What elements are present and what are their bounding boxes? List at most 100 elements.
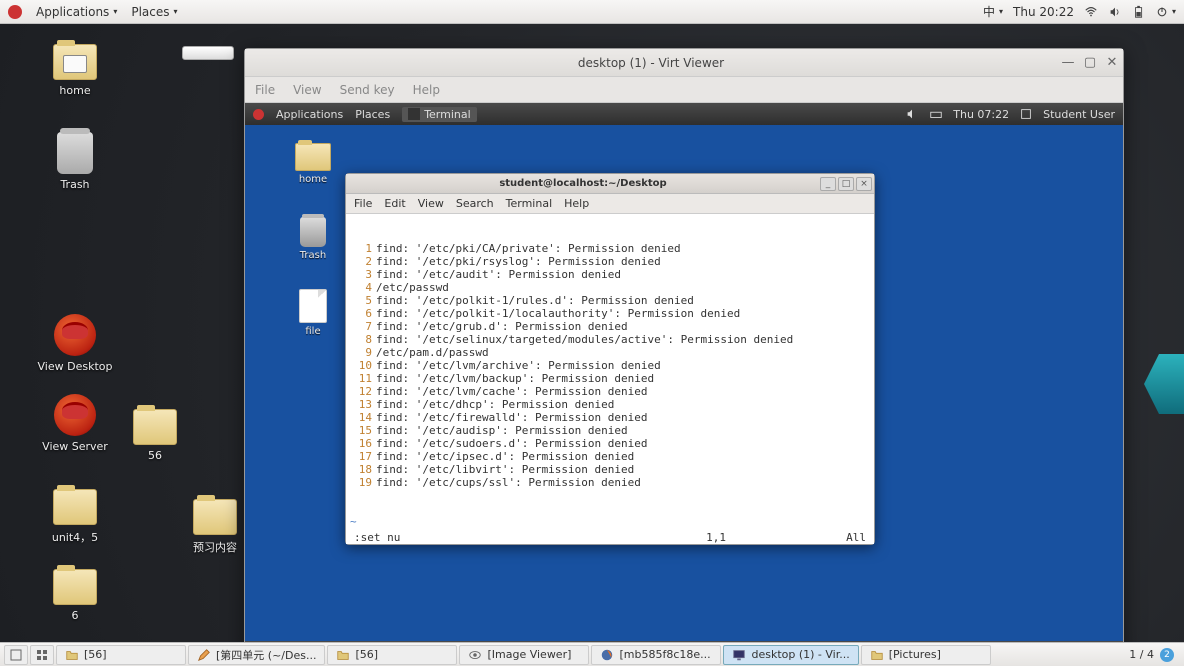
show-desktop-button[interactable] [4, 645, 28, 665]
virt-viewer-titlebar[interactable]: desktop (1) - Virt Viewer — ▢ ✕ [245, 49, 1123, 77]
guest-applications-menu[interactable]: Applications [276, 108, 343, 121]
term-menu-search[interactable]: Search [456, 197, 494, 210]
terminal-icon [408, 108, 420, 120]
term-menu-terminal[interactable]: Terminal [506, 197, 553, 210]
icon-label: View Desktop [35, 360, 115, 373]
places-menu[interactable]: Places ▾ [131, 5, 177, 19]
task-label: [第四单元 (~/Des... [216, 647, 316, 663]
icon-label: unit4，5 [35, 529, 115, 545]
taskbar-item[interactable]: [Pictures] [861, 645, 991, 665]
battery-icon[interactable] [1132, 5, 1146, 19]
home-folder-icon [295, 143, 331, 171]
taskbar-item[interactable]: [Image Viewer] [459, 645, 589, 665]
vv-menu-view[interactable]: View [293, 83, 321, 97]
monitor-icon [732, 648, 746, 662]
user-icon [1019, 107, 1033, 121]
guest-vm-screen[interactable]: Applications Places Terminal Thu 07:22 S… [245, 103, 1123, 663]
maximize-button[interactable]: □ [838, 177, 854, 191]
applications-menu[interactable]: Applications ▾ [36, 5, 117, 19]
minimize-button[interactable]: — [1057, 55, 1079, 70]
outer-desktop[interactable]: home Trash View Desktop View Server 56 u… [0, 24, 1184, 642]
volume-icon[interactable] [905, 107, 919, 121]
terminal-line: 1find: '/etc/pki/CA/private': Permission… [350, 242, 870, 255]
guest-icon-file[interactable]: file [283, 289, 343, 337]
desktop-icon-trash[interactable]: Trash [35, 132, 115, 191]
vv-menu-sendkey[interactable]: Send key [340, 83, 395, 97]
task-label: [Pictures] [889, 648, 941, 661]
redhat-logo-icon [253, 109, 264, 120]
terminal-line: 15find: '/etc/audisp': Permission denied [350, 424, 870, 437]
icon-label: Trash [283, 250, 343, 261]
guest-top-panel: Applications Places Terminal Thu 07:22 S… [245, 103, 1123, 125]
desktop-icon-drive[interactable] [168, 46, 248, 64]
folder-icon [53, 489, 97, 525]
desktop-folder-preview[interactable]: 预习内容 [175, 499, 255, 555]
terminal-line: 7find: '/etc/grub.d': Permission denied [350, 320, 870, 333]
desktop-folder-6[interactable]: 6 [35, 569, 115, 622]
term-menu-file[interactable]: File [354, 197, 372, 210]
guest-terminal-launcher[interactable]: Terminal [402, 107, 477, 122]
icon-label: 56 [115, 449, 195, 462]
term-menu-edit[interactable]: Edit [384, 197, 405, 210]
guest-clock[interactable]: Thu 07:22 [953, 108, 1009, 121]
taskbar-item[interactable]: [56] [327, 645, 457, 665]
network-icon[interactable] [929, 107, 943, 121]
desktop-folder-unit45[interactable]: unit4，5 [35, 489, 115, 545]
trash-icon [57, 132, 93, 174]
guest-icon-home[interactable]: home [283, 143, 343, 185]
minimize-button[interactable]: _ [820, 177, 836, 191]
term-menu-help[interactable]: Help [564, 197, 589, 210]
term-menu-view[interactable]: View [418, 197, 444, 210]
folder-icon [336, 648, 350, 662]
vv-menu-help[interactable]: Help [413, 83, 440, 97]
vim-status-line: :set nu 1,1 All [346, 531, 874, 544]
wifi-icon[interactable] [1084, 5, 1098, 19]
guest-places-menu[interactable]: Places [355, 108, 390, 121]
guest-desktop[interactable]: home Trash file student@localhost:~/Desk… [245, 125, 1123, 641]
terminal-line: 11find: '/etc/lvm/backup': Permission de… [350, 372, 870, 385]
guest-user-label[interactable]: Student User [1043, 108, 1115, 121]
close-button[interactable]: × [856, 177, 872, 191]
close-button[interactable]: ✕ [1101, 55, 1123, 70]
power-menu[interactable]: ▾ [1156, 6, 1176, 18]
vv-menu-file[interactable]: File [255, 83, 275, 97]
terminal-menubar: File Edit View Search Terminal Help [346, 194, 874, 214]
terminal-line: 13find: '/etc/dhcp': Permission denied [350, 398, 870, 411]
desktop-icon-home[interactable]: home [35, 44, 115, 97]
maximize-button[interactable]: ▢ [1079, 55, 1101, 70]
volume-icon[interactable] [1108, 5, 1122, 19]
taskbar-item[interactable]: [第四单元 (~/Des... [188, 645, 325, 665]
icon-label: file [283, 326, 343, 337]
task-label: [56] [84, 648, 107, 661]
folder-icon [65, 648, 79, 662]
icon-label: 预习内容 [175, 539, 255, 555]
taskbar-item[interactable]: [56] [56, 645, 186, 665]
icon-label: home [283, 174, 343, 185]
guest-terminal-window[interactable]: student@localhost:~/Desktop _ □ × File E… [345, 173, 875, 545]
desktop-icon-view-desktop[interactable]: View Desktop [35, 314, 115, 373]
taskbar-item[interactable]: [mb585f8c18e... [591, 645, 721, 665]
terminal-titlebar[interactable]: student@localhost:~/Desktop _ □ × [346, 174, 874, 194]
virt-viewer-title: desktop (1) - Virt Viewer [245, 56, 1057, 70]
terminal-line: 9/etc/pam.d/passwd [350, 346, 870, 359]
pencil-icon [197, 648, 211, 662]
redhat-icon [54, 394, 96, 436]
terminal-line: 4/etc/passwd [350, 281, 870, 294]
desktop-folder-56[interactable]: 56 [115, 409, 195, 462]
wallpaper-decoration [1144, 354, 1184, 414]
firefox-icon [600, 648, 614, 662]
desktop-icon-view-server[interactable]: View Server [35, 394, 115, 453]
terminal-line: 5find: '/etc/polkit-1/rules.d': Permissi… [350, 294, 870, 307]
outer-workspace-badge[interactable]: 2 [1160, 648, 1174, 662]
taskbar-item[interactable]: desktop (1) - Vir... [723, 645, 858, 665]
outer-workspace-indicator[interactable]: 1 / 4 [1129, 648, 1154, 661]
input-method-indicator[interactable]: 中 ▾ [983, 3, 1003, 20]
icon-label: 6 [35, 609, 115, 622]
clock[interactable]: Thu 20:22 [1013, 5, 1074, 19]
window-list-button[interactable] [30, 645, 54, 665]
guest-icon-trash[interactable]: Trash [283, 217, 343, 261]
task-label: desktop (1) - Vir... [751, 648, 849, 661]
virt-viewer-window[interactable]: desktop (1) - Virt Viewer — ▢ ✕ File Vie… [244, 48, 1124, 664]
home-folder-icon [53, 44, 97, 80]
terminal-body[interactable]: 1find: '/etc/pki/CA/private': Permission… [346, 214, 874, 544]
